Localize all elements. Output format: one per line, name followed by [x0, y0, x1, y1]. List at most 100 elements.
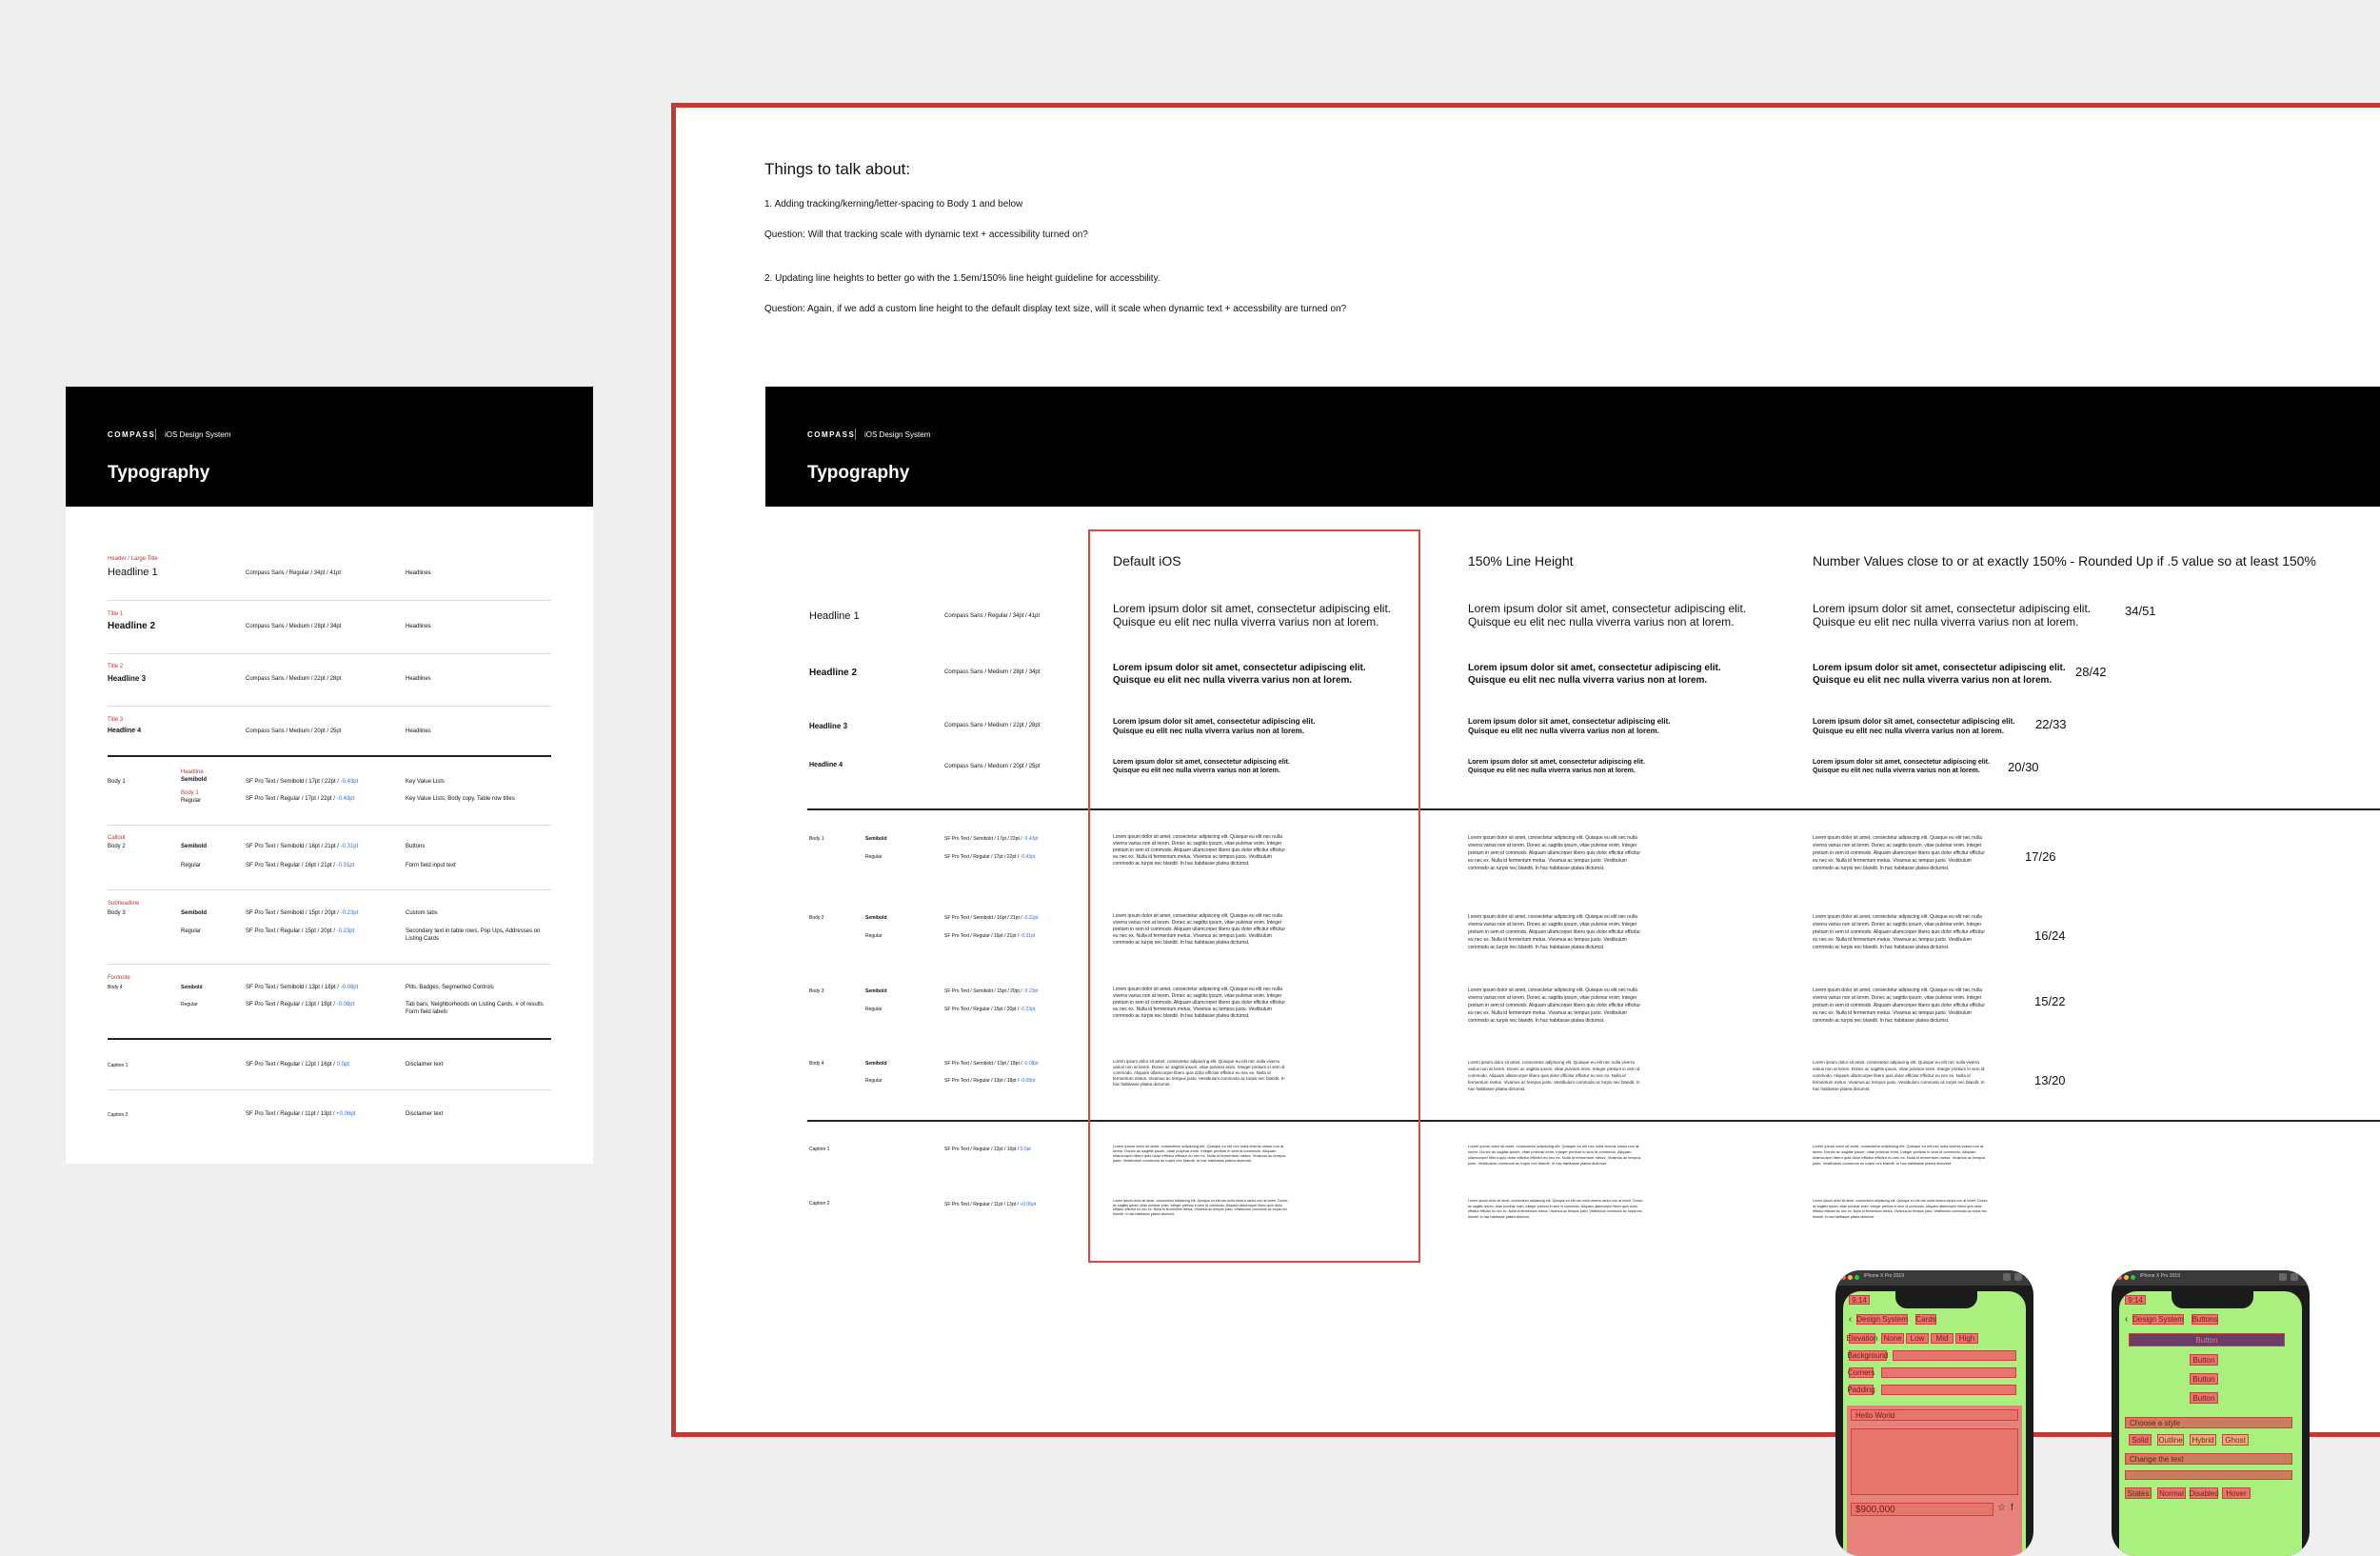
row-usage: Form field input text: [406, 863, 456, 868]
row-spec: SF Pro Text / Semibold / 13pt / 18pt / -…: [944, 1061, 1039, 1067]
weight-name: Semibold: [181, 985, 203, 990]
row-spec: SF Pro Text / Regular / 16pt / 21pt / -0…: [944, 933, 1036, 939]
corners-segmented-control[interactable]: [1881, 1367, 2016, 1378]
left-card-header: COMPASS iOS Design System Typography: [66, 387, 593, 507]
home-icon[interactable]: [2003, 1273, 2011, 1281]
state-option[interactable]: Disabled: [2189, 1487, 2219, 1499]
card-preview: Hello World $900,000 ☆ f: [1847, 1406, 2022, 1556]
weight-name: Regular: [865, 1078, 883, 1084]
maximize-icon[interactable]: [2131, 1275, 2135, 1280]
row-spec: SF Pro Text / Semibold / 16pt / 21pt / -…: [944, 915, 1039, 921]
row-spec: SF Pro Text / Regular / 17pt / 22pt / -0…: [944, 854, 1036, 860]
row-name: Caption 1: [809, 1147, 830, 1152]
style-option[interactable]: Hybrid: [2190, 1434, 2216, 1446]
sample-150: Lorem ipsum dolor sit amet, consectetur …: [1468, 914, 1641, 950]
row-spec: SF Pro Text / Regular / 11pt / 13pt / +0…: [246, 1111, 356, 1117]
row-usage: Secondary text in table rows, Pop Ups, A…: [406, 928, 541, 934]
row-spec: Compass Sans / Regular / 34pt / 41pt: [944, 613, 1041, 619]
weight-name: Regular: [181, 1002, 198, 1007]
notes-item: Question: Will that tracking scale with …: [764, 229, 1088, 240]
iphone-simulator-buttons[interactable]: iPhone X Pro 2019 9:14 ‹ Design System B…: [2112, 1270, 2310, 1556]
screenshot-icon[interactable]: [2014, 1273, 2022, 1281]
status-time: 9:14: [1849, 1295, 1870, 1305]
header-divider: [855, 429, 856, 440]
row-spec: SF Pro Text / Regular / 17pt / 22pt / -0…: [246, 796, 355, 802]
button-sample[interactable]: Button: [2190, 1354, 2218, 1366]
sample-rounded: Lorem ipsum dolor sit amet, consectetur …: [1813, 602, 2092, 628]
back-button[interactable]: Design System: [2132, 1314, 2184, 1325]
screenshot-icon[interactable]: [2291, 1273, 2298, 1281]
sample-rounded: Lorem ipsum dolor sit amet, consectetur …: [1813, 1144, 1986, 1166]
share-icon[interactable]: f: [2011, 1503, 2013, 1513]
row-name: Body 4: [108, 985, 123, 990]
close-icon[interactable]: [1841, 1275, 1846, 1280]
segment-option[interactable]: Mid: [1931, 1333, 1954, 1344]
weight-name: Regular: [181, 798, 202, 804]
row-name: Body 2: [108, 844, 126, 849]
back-chevron-icon[interactable]: ‹: [1849, 1314, 1852, 1325]
iphone-simulator-cards[interactable]: iPhone X Pro 2019 9:14 ‹ Design System C…: [1835, 1270, 2033, 1556]
close-icon[interactable]: [2117, 1275, 2122, 1280]
padding-stepper[interactable]: [1881, 1385, 2016, 1395]
row-spec: Compass Sans / Medium / 20pt / 25pt: [246, 728, 342, 734]
row-category: Title 2: [108, 664, 124, 669]
simulator-title: iPhone X Pro 2019: [1864, 1273, 1904, 1279]
row-spec: SF Pro Text / Semibold / 17pt / 22pt / -…: [246, 779, 359, 785]
line-height-value: 16/24: [2034, 928, 2066, 943]
phone-screen: 9:14 ‹ Design System Cards Elevation Non…: [1843, 1291, 2026, 1556]
row-spec: Compass Sans / Medium / 28pt / 34pt: [944, 669, 1041, 675]
back-button[interactable]: Design System: [1856, 1314, 1908, 1325]
notch: [2172, 1291, 2253, 1308]
sample-150: Lorem ipsum dolor sit amet, consectetur …: [1468, 717, 1671, 735]
background-segmented-control[interactable]: [1893, 1350, 2016, 1361]
row-usage-line2: Form field labels: [406, 1009, 448, 1015]
row-usage: Disclaimer text: [406, 1111, 444, 1117]
row-usage: Tab bars, Neighborhoods on Listing Cards…: [406, 1002, 544, 1007]
typography-comparison-card: COMPASS iOS Design System Typography Def…: [765, 387, 2380, 1354]
section-divider: [807, 808, 2380, 810]
row-label: Corners: [1847, 1367, 1875, 1378]
text-input[interactable]: [2125, 1470, 2292, 1480]
maximize-icon[interactable]: [1854, 1275, 1859, 1280]
row-usage: Headlines: [406, 570, 431, 576]
row-name: Headline 3: [809, 722, 848, 730]
sample-rounded: Lorem ipsum dolor sit amet, consectetur …: [1813, 663, 2066, 686]
weight-label: Headline: [181, 769, 204, 775]
star-icon[interactable]: ☆: [1997, 1503, 2006, 1513]
divider: [108, 600, 551, 601]
divider: [108, 653, 551, 654]
back-chevron-icon[interactable]: ‹: [2125, 1314, 2128, 1325]
style-option[interactable]: Outline: [2157, 1434, 2184, 1446]
text-field[interactable]: Hello World: [1851, 1409, 2018, 1421]
row-name: Headline 1: [108, 567, 158, 578]
line-height-value: 34/51: [2125, 604, 2156, 618]
segment-option[interactable]: Low: [1906, 1333, 1929, 1344]
row-spec: SF Pro Text / Semibold / 17pt / 22pt / -…: [944, 836, 1039, 842]
row-name: Body 3: [809, 988, 824, 994]
minimize-icon[interactable]: [2124, 1275, 2129, 1280]
minimize-icon[interactable]: [1848, 1275, 1853, 1280]
primary-button[interactable]: Button: [2129, 1333, 2285, 1347]
button-sample[interactable]: Button: [2190, 1392, 2218, 1404]
weight-label: Body 1: [181, 790, 199, 796]
segment-option[interactable]: None: [1881, 1333, 1904, 1344]
state-option[interactable]: Normal: [2157, 1487, 2186, 1499]
row-category: Header / Large Title: [108, 556, 158, 562]
simulator-titlebar: iPhone X Pro 2019: [2112, 1270, 2310, 1286]
home-icon[interactable]: [2279, 1273, 2287, 1281]
sample-150: Lorem ipsum dolor sit amet, consectetur …: [1468, 663, 1721, 686]
section-label: States: [2125, 1487, 2152, 1499]
row-name: Body 1: [108, 779, 126, 785]
line-height-value: 13/20: [2034, 1073, 2066, 1087]
style-option[interactable]: Solid: [2129, 1434, 2152, 1446]
state-option[interactable]: Hover: [2222, 1487, 2251, 1499]
line-height-value: 22/33: [2035, 717, 2067, 731]
row-name: Headline 1: [809, 610, 860, 622]
sample-rounded: Lorem ipsum dolor sit amet, consectetur …: [1813, 717, 2015, 735]
segment-option[interactable]: High: [1955, 1333, 1978, 1344]
button-sample[interactable]: Button: [2190, 1373, 2218, 1385]
sample-rounded: Lorem ipsum dolor sit amet, consectetur …: [1813, 759, 1990, 774]
style-option[interactable]: Ghost: [2222, 1434, 2249, 1446]
weight-name: Regular: [181, 928, 202, 934]
row-name: Headline 3: [108, 674, 147, 683]
